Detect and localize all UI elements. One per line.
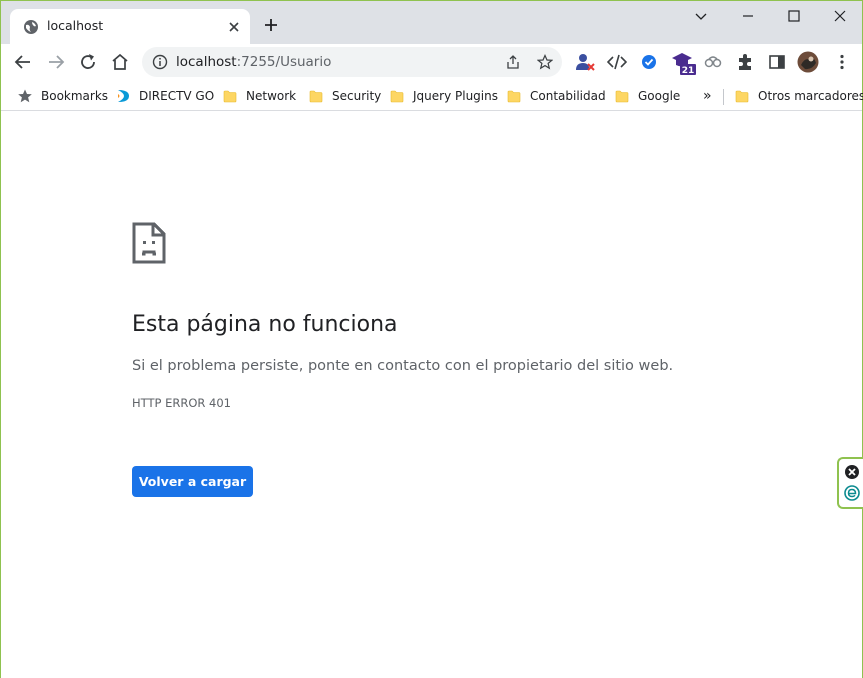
- bookmark-label: DIRECTV GO: [139, 89, 215, 103]
- code-icon[interactable]: [607, 52, 627, 72]
- folder-icon: [390, 90, 404, 103]
- overflow-chevron-icon: »: [703, 88, 712, 104]
- directv-icon: [118, 90, 129, 102]
- maximize-icon[interactable]: [785, 7, 803, 25]
- avatar[interactable]: [797, 51, 819, 73]
- page-content: Esta página no funciona Si el problema p…: [1, 112, 862, 678]
- link-extension-icon[interactable]: [703, 52, 723, 72]
- error-code: HTTP ERROR 401: [132, 396, 231, 410]
- side-widget: [837, 457, 863, 509]
- bookmarks-bar: Bookmarks DIRECTV GO Network Security Jq…: [1, 81, 863, 111]
- bookmark-label: Google: [638, 89, 681, 103]
- close-circle-icon[interactable]: [844, 464, 860, 480]
- bookmark-label: Contabilidad: [530, 89, 606, 103]
- graduation-cap-icon[interactable]: 21: [671, 50, 697, 76]
- chevron-down-icon[interactable]: [692, 7, 710, 25]
- verified-check-icon[interactable]: [639, 52, 659, 72]
- url-path: :7255/Usuario: [236, 54, 332, 70]
- bookmark-label: Otros marcadores: [758, 89, 863, 103]
- puzzle-icon[interactable]: [735, 52, 755, 72]
- globe-icon: [24, 20, 38, 34]
- address-bar[interactable]: localhost:7255/Usuario: [142, 47, 562, 77]
- bookmarks-overflow-button[interactable]: »: [703, 86, 712, 106]
- toolbar: localhost:7255/Usuario 21: [1, 44, 862, 81]
- bookmark-label: Security: [332, 89, 382, 103]
- bookmark-label: Bookmarks: [41, 89, 109, 103]
- bookmark-item-network[interactable]: Network: [222, 86, 296, 106]
- bookmark-item-jquery-plugins[interactable]: Jquery Plugins: [389, 86, 498, 106]
- folder-icon: [735, 90, 749, 103]
- info-icon[interactable]: [152, 54, 168, 70]
- bookmark-item-bookmarks[interactable]: Bookmarks: [17, 86, 108, 106]
- plus-icon[interactable]: [263, 17, 279, 33]
- back-arrow-icon[interactable]: [13, 52, 33, 72]
- bookmark-item-otros-marcadores[interactable]: Otros marcadores: [734, 86, 863, 106]
- browser-window: localhost localhost:7255/Usuario 21 Book…: [0, 0, 863, 678]
- reload-icon[interactable]: [78, 52, 98, 72]
- window-close-icon[interactable]: [831, 7, 849, 25]
- extension-badge: 21: [682, 66, 695, 76]
- more-vert-icon[interactable]: [832, 52, 852, 72]
- bookmarks-divider: [723, 89, 724, 105]
- e-logo-icon[interactable]: [844, 485, 860, 501]
- bookmark-item-security[interactable]: Security: [308, 86, 381, 106]
- url-text[interactable]: localhost:7255/Usuario: [176, 54, 331, 70]
- side-panel-icon[interactable]: [767, 52, 787, 72]
- error-description: Si el problema persiste, ponte en contac…: [132, 358, 674, 374]
- tab-localhost[interactable]: localhost: [10, 9, 250, 44]
- folder-icon: [309, 90, 323, 103]
- page-title: Esta página no funciona: [132, 312, 398, 337]
- minimize-icon[interactable]: [739, 7, 757, 25]
- bookmark-item-google[interactable]: Google: [614, 86, 680, 106]
- forward-arrow-icon[interactable]: [46, 52, 66, 72]
- close-icon[interactable]: [226, 19, 242, 35]
- home-icon[interactable]: [110, 52, 130, 72]
- url-host: localhost: [176, 54, 237, 70]
- folder-icon: [615, 90, 629, 103]
- bookmark-label: Network: [246, 89, 297, 103]
- tab-strip: localhost: [1, 1, 862, 44]
- folder-icon: [507, 90, 521, 103]
- bookmark-item-directv-go[interactable]: DIRECTV GO: [115, 86, 214, 106]
- bookmark-label: Jquery Plugins: [413, 89, 498, 103]
- folder-icon: [223, 90, 237, 103]
- tab-title: localhost: [47, 18, 104, 33]
- sad-page-icon: [132, 222, 166, 264]
- bookmark-item-contabilidad[interactable]: Contabilidad: [506, 86, 606, 106]
- reload-button[interactable]: Volver a cargar: [132, 466, 253, 497]
- star-outline-icon[interactable]: [537, 54, 553, 70]
- share-icon[interactable]: [505, 54, 521, 70]
- user-block-extension-icon[interactable]: [575, 52, 595, 72]
- star-icon: [18, 89, 32, 103]
